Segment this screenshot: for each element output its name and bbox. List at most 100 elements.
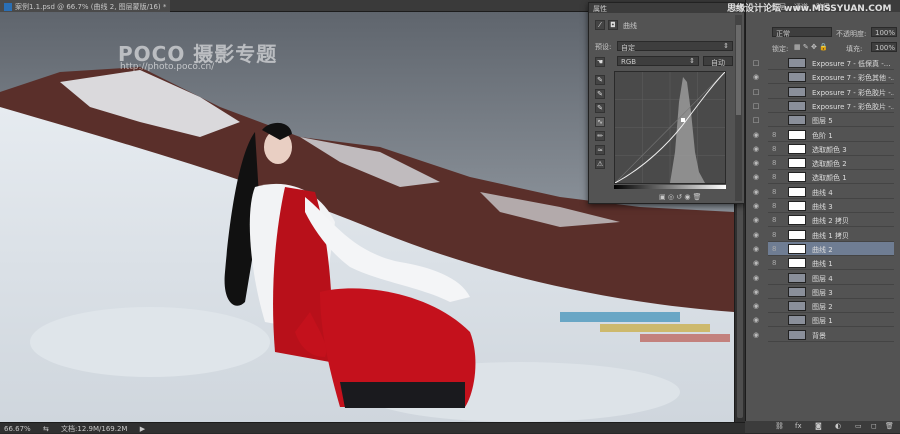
visibility-eye-icon[interactable]: □ bbox=[748, 85, 764, 99]
layer-row[interactable]: 8 选取颜色 3 bbox=[768, 141, 894, 156]
layer-thumbnail bbox=[788, 129, 806, 140]
fx-icon[interactable]: fx bbox=[795, 422, 802, 430]
eyedropper-white-icon[interactable]: ✎ bbox=[595, 103, 605, 113]
visibility-eye-icon[interactable]: ◉ bbox=[748, 228, 764, 242]
mask-icon[interactable]: ◘ bbox=[608, 20, 618, 30]
layer-row[interactable]: Exposure 7 - 彩色胶片 -... bbox=[768, 98, 894, 113]
mask-link-icon[interactable]: 8 bbox=[772, 202, 776, 210]
lock-all-icon[interactable]: 🔒 bbox=[819, 43, 828, 51]
layer-row[interactable]: 图层 1 bbox=[768, 313, 894, 328]
mask-link-icon[interactable]: 8 bbox=[772, 173, 776, 181]
layer-row[interactable]: 图层 2 bbox=[768, 299, 894, 314]
visibility-eye-icon[interactable]: □ bbox=[748, 113, 764, 127]
visibility-eye-icon[interactable]: ◉ bbox=[748, 185, 764, 199]
layer-row[interactable]: 图层 5 bbox=[768, 113, 894, 128]
blend-mode-select[interactable]: 正常 bbox=[772, 27, 832, 38]
properties-footer: ▣ ◎ ↺ ◉ 🗑 bbox=[659, 193, 702, 201]
layer-name: 图层 4 bbox=[812, 274, 833, 283]
visibility-eye-icon[interactable]: ◉ bbox=[748, 170, 764, 184]
layer-row[interactable]: 8 曲线 2 bbox=[768, 241, 894, 256]
layer-name: 曲线 1 bbox=[812, 260, 833, 269]
layer-row[interactable]: 8 色阶 1 bbox=[768, 127, 894, 142]
visibility-eye-icon[interactable]: ◉ bbox=[748, 271, 764, 285]
curve-edit-icon[interactable]: ∿ bbox=[595, 117, 605, 127]
warning-icon[interactable]: ⚠ bbox=[595, 159, 605, 169]
eyedropper-black-icon[interactable]: ✎ bbox=[595, 75, 605, 85]
visibility-eye-icon[interactable]: ◉ bbox=[748, 199, 764, 213]
status-arrow-icon[interactable]: ▶ bbox=[140, 425, 145, 433]
document-tab[interactable]: 案例1.1.psd @ 66.7% (曲线 2, 图层蒙版/16) * bbox=[0, 0, 170, 12]
eyedropper-gray-icon[interactable]: ✎ bbox=[595, 89, 605, 99]
mask-link-icon[interactable]: 8 bbox=[772, 216, 776, 224]
fill-input[interactable]: 100% bbox=[871, 42, 897, 52]
scrollbar-thumb[interactable] bbox=[736, 25, 741, 115]
mask-link-icon[interactable]: 8 bbox=[772, 245, 776, 253]
layer-name: 曲线 2 bbox=[812, 245, 833, 254]
curves-graph[interactable] bbox=[614, 71, 726, 184]
mask-link-icon[interactable]: 8 bbox=[772, 145, 776, 153]
adjustment-icon[interactable]: ◐ bbox=[835, 422, 841, 430]
layer-row[interactable]: 图层 4 bbox=[768, 270, 894, 285]
layer-row[interactable]: 背景 bbox=[768, 327, 894, 342]
mask-link-icon[interactable]: 8 bbox=[772, 131, 776, 139]
layer-name: 曲线 1 拷贝 bbox=[812, 231, 849, 240]
lock-paint-icon[interactable]: ✎ bbox=[803, 43, 809, 51]
layer-row[interactable]: 8 曲线 4 bbox=[768, 184, 894, 199]
mask-link-icon[interactable]: 8 bbox=[772, 231, 776, 239]
preset-select[interactable]: 自定 ⇕ bbox=[617, 41, 733, 52]
layer-thumbnail bbox=[788, 143, 806, 154]
trash-icon[interactable]: 🗑 bbox=[885, 422, 894, 430]
visibility-eye-icon[interactable]: ◉ bbox=[748, 313, 764, 327]
channel-select[interactable]: RGB ⇕ bbox=[617, 56, 699, 66]
lock-move-icon[interactable]: ✥ bbox=[811, 43, 817, 51]
layer-row[interactable]: 8 曲线 2 拷贝 bbox=[768, 213, 894, 228]
pencil-icon[interactable]: ✏ bbox=[595, 131, 605, 141]
trash-icon[interactable]: 🗑 bbox=[693, 193, 702, 201]
layer-row[interactable]: 8 选取颜色 2 bbox=[768, 156, 894, 171]
hand-tool-icon[interactable]: ☚ bbox=[595, 57, 605, 67]
curve-point[interactable] bbox=[681, 118, 685, 122]
visibility-eye-icon[interactable]: □ bbox=[748, 99, 764, 113]
properties-panel-header[interactable]: 属性 ≡ bbox=[589, 3, 744, 13]
visibility-eye-icon[interactable]: ◉ bbox=[748, 285, 764, 299]
new-layer-icon[interactable]: ◻ bbox=[871, 422, 877, 430]
visibility-eye-icon[interactable]: ◉ bbox=[748, 128, 764, 142]
visibility-eye-icon[interactable]: ◉ bbox=[748, 328, 764, 342]
add-mask-icon[interactable]: ◙ bbox=[815, 422, 822, 430]
visibility-eye-icon[interactable]: ◉ bbox=[748, 242, 764, 256]
visibility-eye-icon[interactable]: ◉ bbox=[748, 256, 764, 270]
properties-scrollbar[interactable] bbox=[735, 15, 742, 201]
clip-icon[interactable]: ▣ bbox=[659, 193, 666, 201]
layer-row[interactable]: 8 曲线 3 bbox=[768, 199, 894, 213]
layer-name: 图层 3 bbox=[812, 288, 833, 297]
visibility-eye-icon[interactable]: □ bbox=[748, 56, 764, 70]
layer-row[interactable]: Exposure 7 - 低保真 -... bbox=[768, 56, 894, 70]
auto-button[interactable]: 自动 bbox=[703, 56, 733, 67]
layer-row[interactable]: 图层 3 bbox=[768, 284, 894, 299]
link-icon[interactable]: ⛓ bbox=[775, 422, 784, 430]
lock-transparency-icon[interactable]: ▦ bbox=[794, 43, 801, 51]
layer-row[interactable]: 8 曲线 1 bbox=[768, 256, 894, 271]
layer-row[interactable]: 8 曲线 1 拷贝 bbox=[768, 227, 894, 242]
mask-link-icon[interactable]: 8 bbox=[772, 259, 776, 267]
layer-row[interactable]: Exposure 7 - 彩色其他 -... bbox=[768, 70, 894, 85]
layer-row[interactable]: 8 选取颜色 1 bbox=[768, 170, 894, 185]
visibility-icon[interactable]: ◉ bbox=[684, 193, 690, 201]
opacity-input[interactable]: 100% bbox=[871, 27, 897, 37]
export-icon[interactable]: ⇆ bbox=[43, 425, 49, 433]
visibility-eye-icon[interactable]: ◉ bbox=[748, 142, 764, 156]
zoom-level[interactable]: 66.67% bbox=[4, 425, 31, 433]
reset-icon[interactable]: ↺ bbox=[676, 193, 682, 201]
mask-link-icon[interactable]: 8 bbox=[772, 159, 776, 167]
new-group-icon[interactable]: ▭ bbox=[855, 422, 862, 430]
visibility-eye-icon[interactable]: ◉ bbox=[748, 156, 764, 170]
visibility-eye-icon[interactable]: ◉ bbox=[748, 70, 764, 84]
layer-thumbnail bbox=[788, 100, 806, 111]
visibility-eye-icon[interactable]: ◉ bbox=[748, 213, 764, 227]
layer-row[interactable]: Exposure 7 - 彩色胶片 -... bbox=[768, 84, 894, 99]
mask-link-icon[interactable]: 8 bbox=[772, 188, 776, 196]
smooth-icon[interactable]: ≈ bbox=[595, 145, 605, 155]
view-previous-icon[interactable]: ◎ bbox=[668, 193, 674, 201]
visibility-eye-icon[interactable]: ◉ bbox=[748, 299, 764, 313]
channel-value: RGB bbox=[621, 58, 637, 66]
